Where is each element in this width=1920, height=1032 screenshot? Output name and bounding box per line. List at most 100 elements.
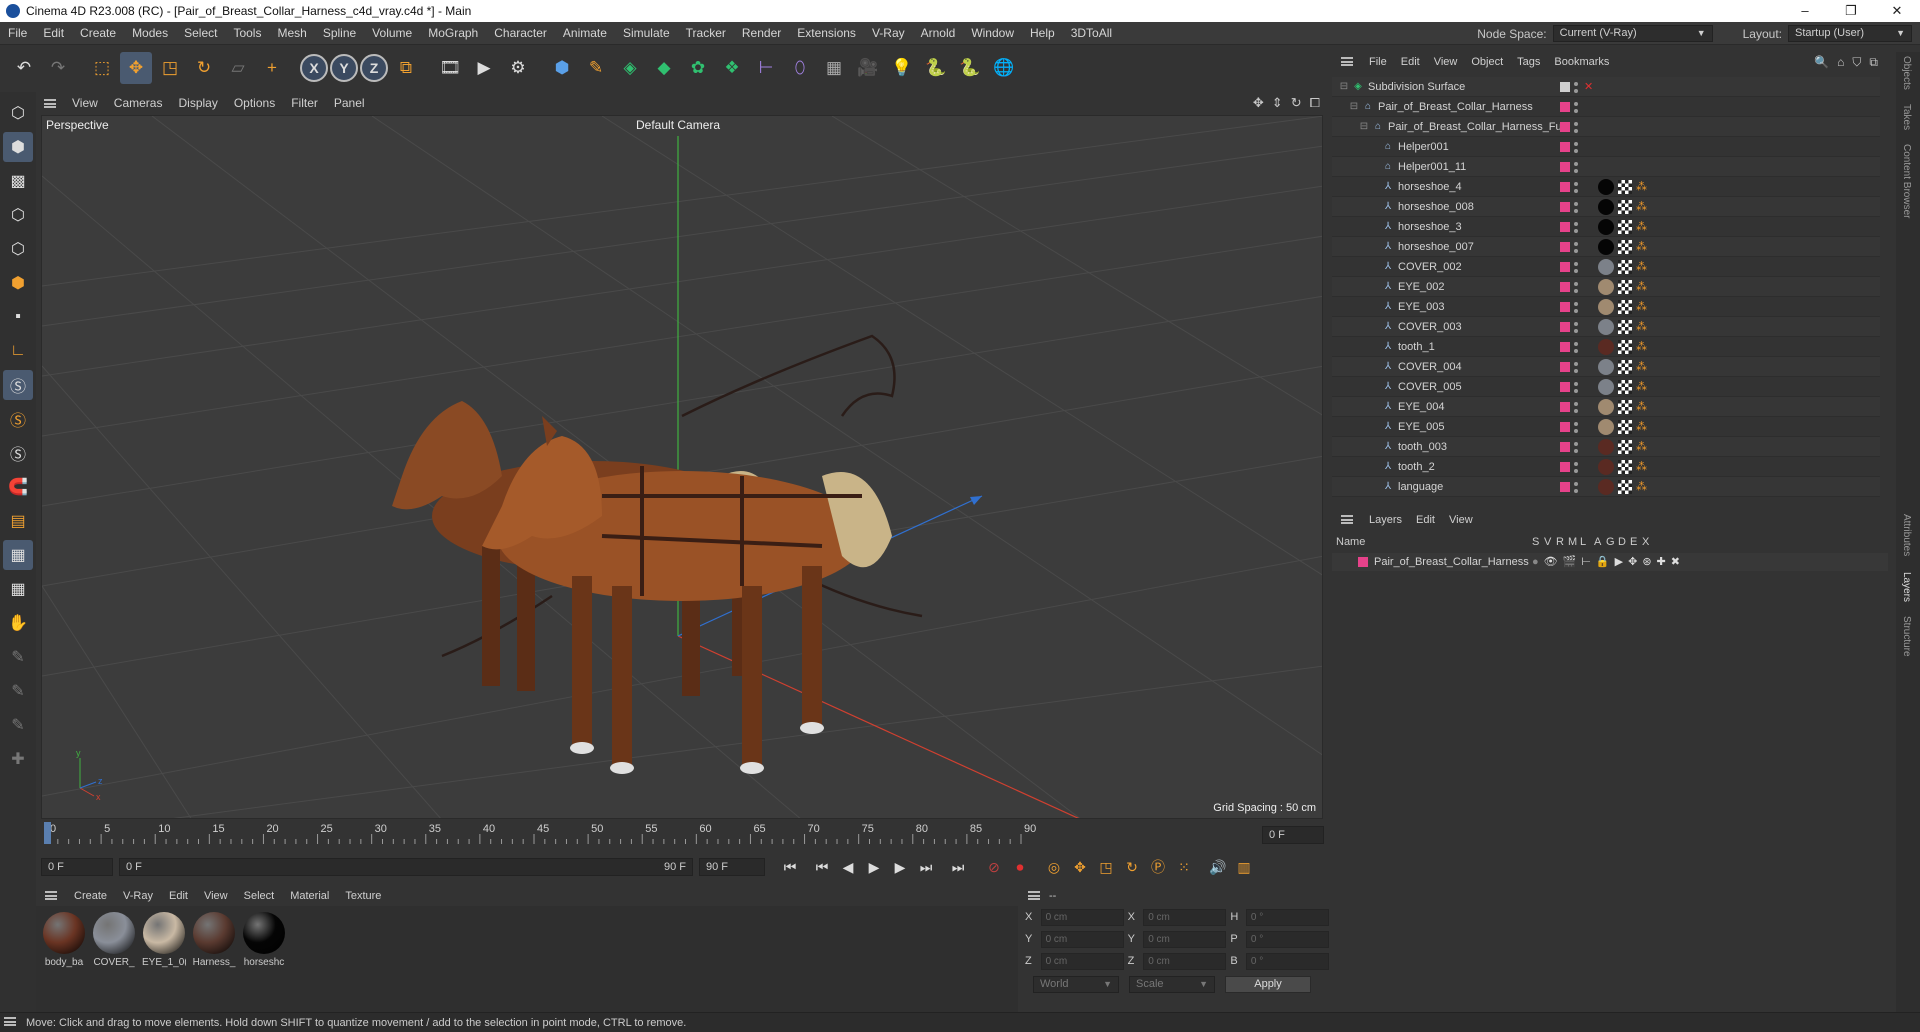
expand-toggle-icon[interactable] [1368, 461, 1380, 473]
close-button[interactable]: ✕ [1874, 0, 1920, 22]
material-menu-create[interactable]: Create [66, 890, 115, 902]
layer-color-swatch[interactable] [1560, 362, 1570, 372]
object-name[interactable]: COVER_002 [1398, 257, 1462, 277]
visibility-dots-icon[interactable] [1574, 380, 1578, 394]
expand-toggle-icon[interactable] [1368, 221, 1380, 233]
object-row[interactable]: ⌂ Helper001 [1332, 137, 1880, 157]
menu-vray[interactable]: V-Ray [864, 22, 913, 45]
rotation-key-icon[interactable]: ↻ [1119, 854, 1145, 880]
perspective-viewport[interactable]: y x z Perspective Default Camera Grid Sp… [41, 115, 1323, 819]
workplane-icon[interactable]: ▤ [3, 506, 33, 536]
viewport-menu-display[interactable]: Display [170, 96, 225, 110]
material-tag-icon[interactable] [1598, 379, 1614, 395]
menu-arnold[interactable]: Arnold [913, 22, 964, 45]
om-menu-file[interactable]: File [1362, 56, 1394, 68]
visible-flag-icon[interactable]: 👁 [1544, 553, 1558, 571]
orbit-icon[interactable]: ↻ [1291, 95, 1302, 111]
object-row[interactable]: ⌂ Helper001_11 [1332, 157, 1880, 177]
object-name[interactable]: Subdivision Surface [1368, 77, 1465, 97]
parameter-key-icon[interactable]: Ⓟ [1145, 854, 1171, 880]
texture-mode-icon[interactable]: ▩ [3, 166, 33, 196]
create-tool-icon[interactable]: + [256, 52, 288, 84]
menu-render[interactable]: Render [734, 22, 789, 45]
uvw-tag-icon[interactable] [1618, 360, 1632, 374]
current-frame-field[interactable]: 0 F [41, 858, 113, 876]
menu-spline[interactable]: Spline [315, 22, 364, 45]
vray-tag-icon[interactable]: ⁂ [1636, 200, 1647, 214]
axis-mode-icon[interactable]: ∟ [3, 336, 33, 366]
smooth-icon[interactable]: ✎ [3, 710, 33, 740]
uvw-tag-icon[interactable] [1618, 280, 1632, 294]
visibility-dots-icon[interactable] [1574, 400, 1578, 414]
recent-tools-icon[interactable]: ▱ [222, 52, 254, 84]
object-name[interactable]: Pair_of_Breast_Collar_Harness [1378, 97, 1533, 117]
size-x-field[interactable]: 0 cm [1143, 908, 1227, 926]
expand-toggle-icon[interactable] [1368, 201, 1380, 213]
layer-color-swatch[interactable] [1560, 342, 1570, 352]
object-row[interactable]: ⅄ EYE_004 ⁂ [1332, 397, 1880, 417]
expand-toggle-icon[interactable] [1368, 341, 1380, 353]
object-name[interactable]: EYE_002 [1398, 277, 1444, 297]
model-mode-icon[interactable]: ⬢ [3, 132, 33, 162]
expand-toggle-icon[interactable]: ⊟ [1348, 101, 1360, 113]
position-y-field[interactable]: 0 cm [1040, 930, 1124, 948]
layer-color-swatch[interactable] [1358, 557, 1368, 567]
material-menu-texture[interactable]: Texture [337, 890, 389, 902]
object-row[interactable]: ⅄ COVER_002 ⁂ [1332, 257, 1880, 277]
object-name[interactable]: COVER_004 [1398, 357, 1462, 377]
material-tag-icon[interactable] [1598, 259, 1614, 275]
go-to-end-icon[interactable]: ⏭ [945, 854, 971, 880]
object-name[interactable]: horseshoe_008 [1398, 197, 1474, 217]
node-space-select[interactable]: Current (V-Ray) ▼ [1552, 25, 1713, 42]
object-row[interactable]: ⅄ COVER_005 ⁂ [1332, 377, 1880, 397]
material-menu-select[interactable]: Select [236, 890, 283, 902]
x-axis-lock-icon[interactable]: X [300, 54, 328, 82]
material-tag-icon[interactable] [1598, 299, 1614, 315]
expand-toggle-icon[interactable] [1368, 481, 1380, 493]
material-tag-icon[interactable] [1598, 399, 1614, 415]
globe-icon[interactable]: 🌐 [988, 52, 1020, 84]
layer-color-swatch[interactable] [1560, 282, 1570, 292]
visibility-dots-icon[interactable] [1574, 240, 1578, 254]
maximize-button[interactable]: ❐ [1828, 0, 1874, 22]
render-view-icon[interactable]: ▶ [468, 52, 500, 84]
viewport-menu-filter[interactable]: Filter [283, 96, 326, 110]
uvw-tag-icon[interactable] [1618, 260, 1632, 274]
expand-toggle-icon[interactable] [1368, 161, 1380, 173]
expand-toggle-icon[interactable]: ⊟ [1358, 121, 1370, 133]
material-tag-icon[interactable] [1598, 219, 1614, 235]
rotation-b-field[interactable]: 0 ° [1245, 952, 1329, 970]
object-name[interactable]: horseshoe_4 [1398, 177, 1462, 197]
sound-icon[interactable]: 🔊 [1205, 854, 1231, 880]
visibility-dots-icon[interactable] [1574, 180, 1578, 194]
layer-color-swatch[interactable] [1560, 382, 1570, 392]
timeline-ruler[interactable]: 0 5 10 15 20 25 30 35 40 45 50 55 60 65 70 75 80 85 90 [41, 820, 1327, 846]
vray-tag-icon[interactable]: ⁂ [1636, 320, 1647, 334]
object-name[interactable]: EYE_005 [1398, 417, 1444, 437]
position-x-field[interactable]: 0 cm [1040, 908, 1124, 926]
vray-tag-icon[interactable]: ⁂ [1636, 380, 1647, 394]
redo-icon[interactable]: ↷ [42, 52, 74, 84]
move-tool-icon[interactable]: ✥ [120, 52, 152, 84]
layer-column-header[interactable]: V [1544, 536, 1551, 548]
expand-toggle-icon[interactable] [1368, 261, 1380, 273]
layer-column-header[interactable]: G [1606, 536, 1615, 548]
locked-workplane-icon[interactable]: ▦ [3, 574, 33, 604]
apply-button[interactable]: Apply [1225, 976, 1311, 993]
layer-color-swatch[interactable] [1560, 402, 1570, 412]
layer-menu-edit[interactable]: Edit [1409, 514, 1442, 526]
object-name[interactable]: COVER_003 [1398, 317, 1462, 337]
z-axis-lock-icon[interactable]: Z [360, 54, 388, 82]
object-name[interactable]: horseshoe_3 [1398, 217, 1462, 237]
expand-toggle-icon[interactable] [1368, 401, 1380, 413]
object-name[interactable]: tooth_1 [1398, 337, 1435, 357]
auto-key-icon[interactable]: ⏺ [1007, 854, 1033, 880]
menu-tracker[interactable]: Tracker [678, 22, 734, 45]
layer-column-header[interactable]: A [1594, 536, 1601, 548]
material-item[interactable]: body_ba [42, 912, 86, 1006]
material-item[interactable]: Harness_ [192, 912, 236, 1006]
tab-structure[interactable]: Structure [1901, 616, 1912, 657]
object-row[interactable]: ⅄ horseshoe_3 ⁂ [1332, 217, 1880, 237]
object-row[interactable]: ⅄ EYE_005 ⁂ [1332, 417, 1880, 437]
search-icon[interactable]: 🔍 [1814, 55, 1829, 70]
